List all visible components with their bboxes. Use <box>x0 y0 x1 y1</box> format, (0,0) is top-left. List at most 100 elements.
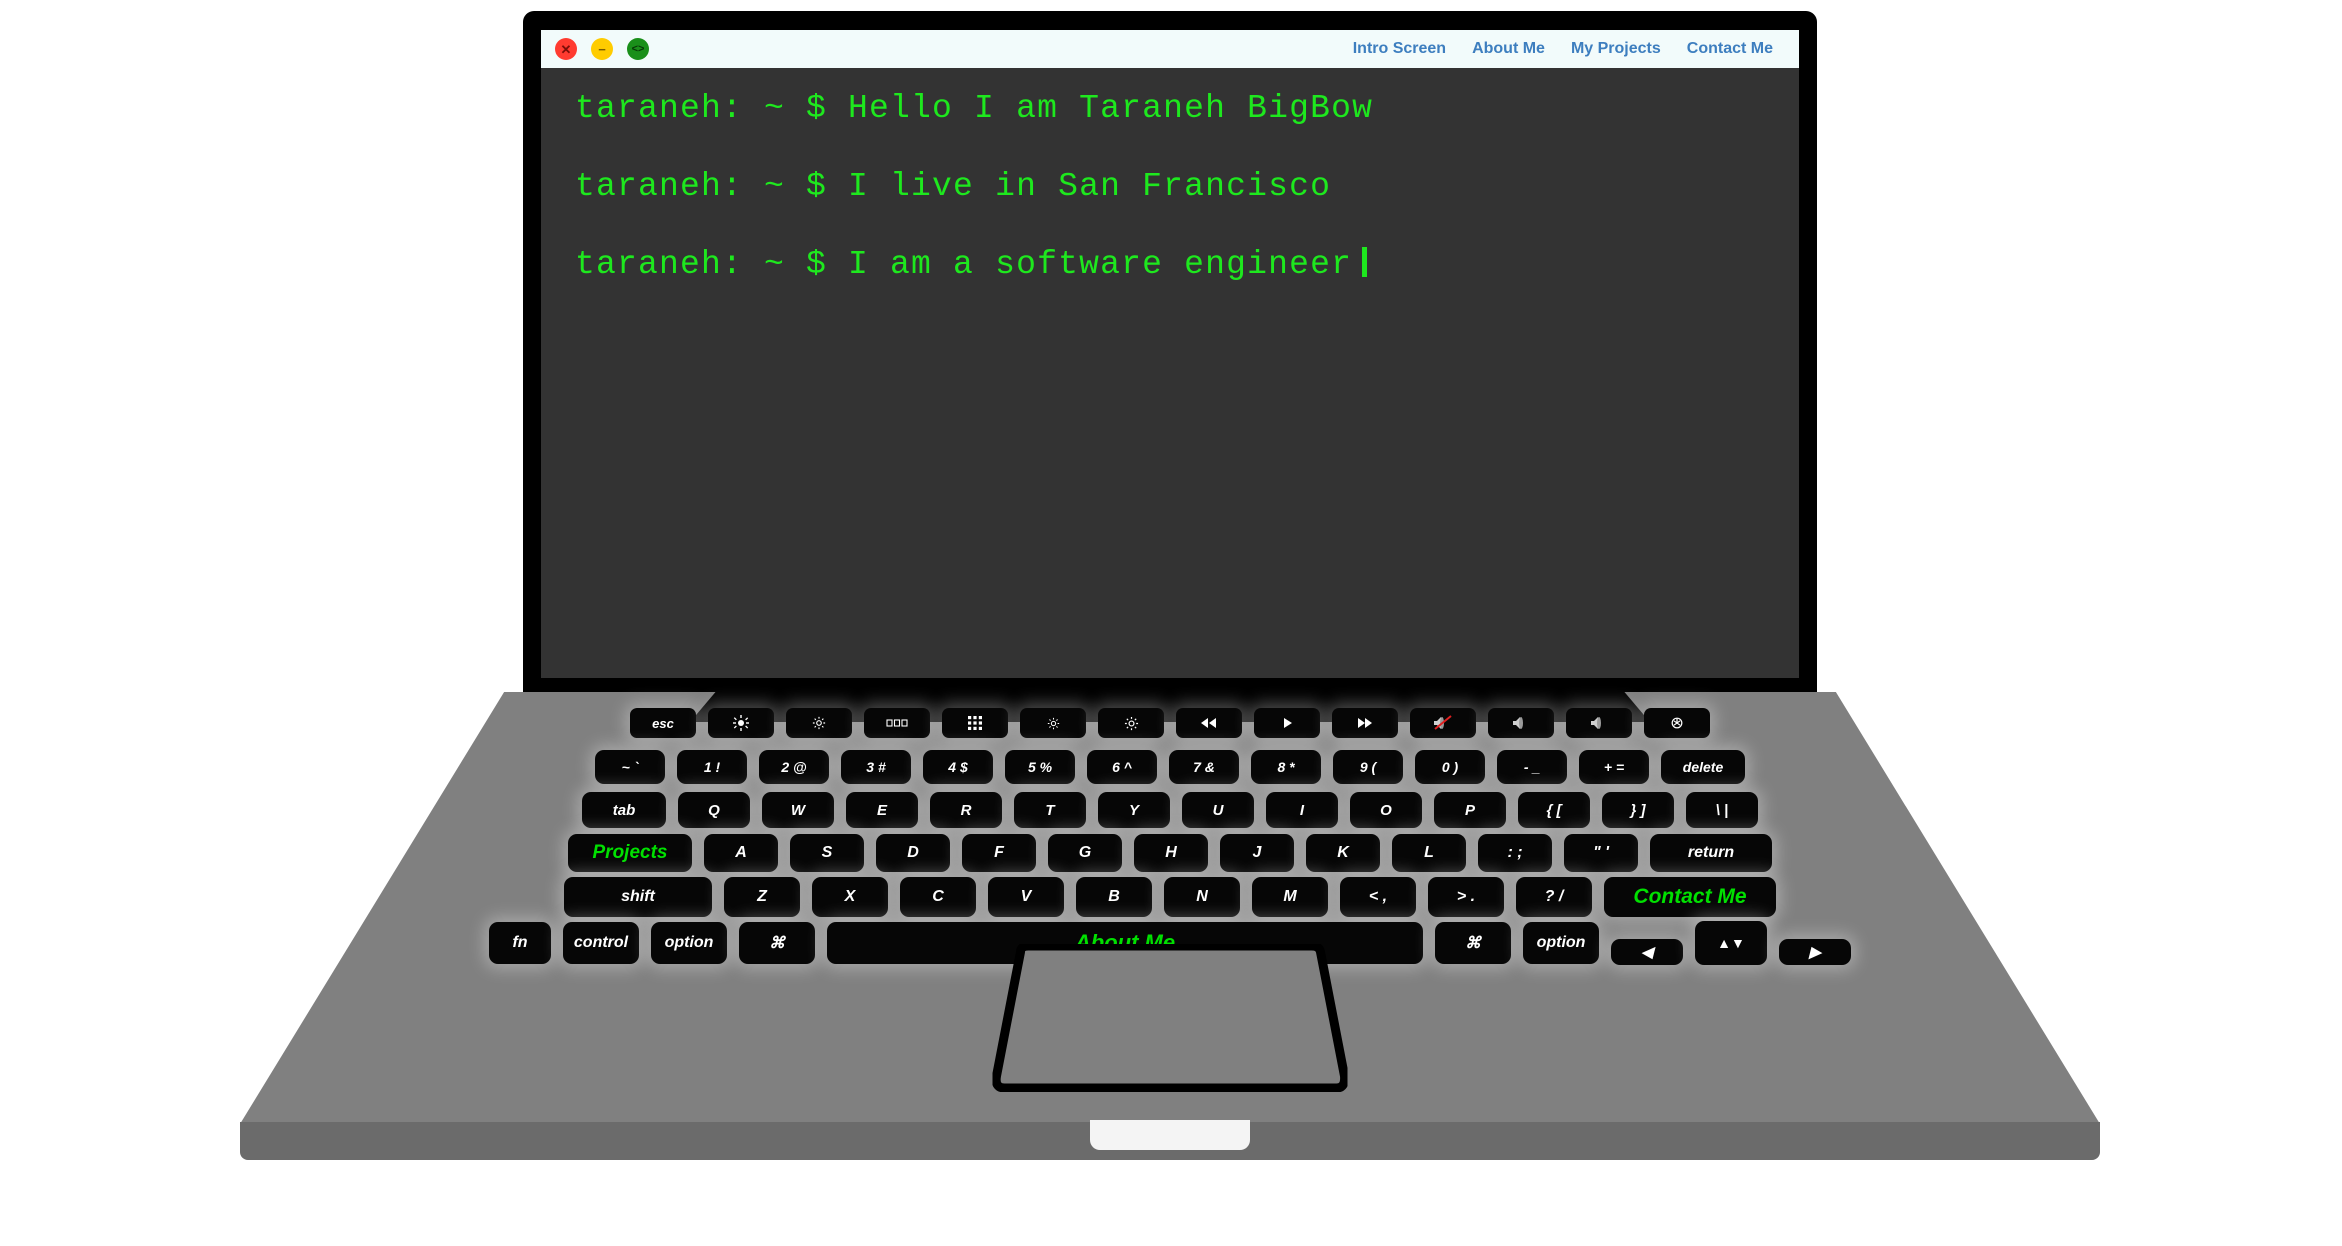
laptop-open-latch <box>1090 1120 1250 1150</box>
key-s[interactable]: S <box>790 834 864 872</box>
nav-link-my-projects[interactable]: My Projects <box>1571 40 1661 58</box>
arrow-up-glyph: ▲ <box>1717 935 1731 951</box>
key-control[interactable]: control <box>563 922 639 964</box>
key-p[interactable]: P <box>1434 792 1506 828</box>
key-j[interactable]: J <box>1220 834 1294 872</box>
key-i[interactable]: I <box>1266 792 1338 828</box>
key-quote[interactable]: " ' <box>1564 834 1638 872</box>
rewind-icon[interactable] <box>1176 708 1242 738</box>
power-icon[interactable] <box>1644 708 1710 738</box>
key-n[interactable]: N <box>1164 877 1240 917</box>
keyboard-row-shift: shift Z X C V B N M < , > . ? / Contact … <box>240 877 2100 917</box>
arrow-up-down-icon[interactable]: ▲ ▼ <box>1695 921 1767 965</box>
key-5[interactable]: 5 % <box>1005 750 1075 784</box>
nav-link-contact-me[interactable]: Contact Me <box>1687 40 1773 58</box>
key-shift[interactable]: shift <box>564 877 712 917</box>
maximize-icon[interactable]: <> <box>627 38 649 60</box>
key-comma[interactable]: < , <box>1340 877 1416 917</box>
key-d[interactable]: D <box>876 834 950 872</box>
mission-control-icon[interactable] <box>864 708 930 738</box>
key-a[interactable]: A <box>704 834 778 872</box>
key-minus[interactable]: - _ <box>1497 750 1567 784</box>
keyboard-row-qwerty: tab Q W E R T Y U I O P { [ } ] \ | <box>240 792 2100 828</box>
key-t[interactable]: T <box>1014 792 1086 828</box>
terminal-cursor <box>1362 247 1368 278</box>
key-semicolon[interactable]: : ; <box>1478 834 1552 872</box>
keyboard-row-home: Projects A S D F G H J K L : ; " ' retur… <box>240 834 2100 872</box>
key-0[interactable]: 0 ) <box>1415 750 1485 784</box>
key-fn[interactable]: fn <box>489 922 551 964</box>
key-c[interactable]: C <box>900 877 976 917</box>
keyboard-row-number: ~ ` 1 ! 2 @ 3 # 4 $ 5 % 6 ^ 7 & 8 * 9 ( … <box>240 750 2100 784</box>
key-option-right[interactable]: option <box>1523 922 1599 964</box>
key-tab[interactable]: tab <box>582 792 666 828</box>
key-backtick[interactable]: ~ ` <box>595 750 665 784</box>
nav-link-about-me[interactable]: About Me <box>1472 40 1545 58</box>
key-9[interactable]: 9 ( <box>1333 750 1403 784</box>
key-delete[interactable]: delete <box>1661 750 1745 784</box>
key-period[interactable]: > . <box>1428 877 1504 917</box>
key-bracket-right[interactable]: } ] <box>1602 792 1674 828</box>
key-o[interactable]: O <box>1350 792 1422 828</box>
laptop-base: esc ~ ` 1 ! 2 @ 3 # 4 $ 5 % 6 ^ 7 & 8 * … <box>240 688 2100 1162</box>
key-option-left[interactable]: option <box>651 922 727 964</box>
trackpad[interactable] <box>991 941 1350 1093</box>
mute-icon[interactable] <box>1410 708 1476 738</box>
volume-up-icon[interactable] <box>1566 708 1632 738</box>
brightness-down-icon[interactable] <box>1020 708 1086 738</box>
key-b[interactable]: B <box>1076 877 1152 917</box>
key-return[interactable]: return <box>1650 834 1772 872</box>
arrow-right-icon[interactable]: ▶ <box>1779 939 1851 965</box>
brightness-up-icon[interactable] <box>708 708 774 738</box>
key-esc[interactable]: esc <box>630 708 696 738</box>
launchpad-icon[interactable] <box>942 708 1008 738</box>
key-projects[interactable]: Projects <box>568 834 692 872</box>
fast-forward-icon[interactable] <box>1332 708 1398 738</box>
key-v[interactable]: V <box>988 877 1064 917</box>
close-icon[interactable]: ✕ <box>555 38 577 60</box>
key-6[interactable]: 6 ^ <box>1087 750 1157 784</box>
terminal-line-2: taraneh: ~ $ I live in San Francisco <box>575 167 1332 205</box>
key-3[interactable]: 3 # <box>841 750 911 784</box>
key-contact-me[interactable]: Contact Me <box>1604 877 1776 917</box>
key-e[interactable]: E <box>846 792 918 828</box>
key-y[interactable]: Y <box>1098 792 1170 828</box>
key-8[interactable]: 8 * <box>1251 750 1321 784</box>
key-command-left[interactable]: ⌘ <box>739 922 815 964</box>
key-command-right[interactable]: ⌘ <box>1435 922 1511 964</box>
trackpad-wrapper <box>991 941 1350 1093</box>
laptop-display: ✕ − <> Intro Screen About Me My Projects… <box>541 30 1799 678</box>
key-backslash[interactable]: \ | <box>1686 792 1758 828</box>
laptop-portfolio-scene: ✕ − <> Intro Screen About Me My Projects… <box>0 0 2342 1246</box>
key-u[interactable]: U <box>1182 792 1254 828</box>
play-pause-icon[interactable] <box>1254 708 1320 738</box>
keyboard-row-function: esc <box>240 708 2100 738</box>
key-z[interactable]: Z <box>724 877 800 917</box>
key-bracket-left[interactable]: { [ <box>1518 792 1590 828</box>
key-h[interactable]: H <box>1134 834 1208 872</box>
key-2[interactable]: 2 @ <box>759 750 829 784</box>
key-x[interactable]: X <box>812 877 888 917</box>
key-k[interactable]: K <box>1306 834 1380 872</box>
key-l[interactable]: L <box>1392 834 1466 872</box>
minimize-icon[interactable]: − <box>591 38 613 60</box>
brightness-up-2-icon[interactable] <box>1098 708 1164 738</box>
key-f[interactable]: F <box>962 834 1036 872</box>
key-m[interactable]: M <box>1252 877 1328 917</box>
key-7[interactable]: 7 & <box>1169 750 1239 784</box>
laptop-screen-bezel: ✕ − <> Intro Screen About Me My Projects… <box>524 12 1816 692</box>
key-r[interactable]: R <box>930 792 1002 828</box>
arrow-left-icon[interactable]: ◀ <box>1611 939 1683 965</box>
key-q[interactable]: Q <box>678 792 750 828</box>
nav-link-intro-screen[interactable]: Intro Screen <box>1353 40 1446 58</box>
key-equals[interactable]: + = <box>1579 750 1649 784</box>
key-slash[interactable]: ? / <box>1516 877 1592 917</box>
key-w[interactable]: W <box>762 792 834 828</box>
terminal-body: taraneh: ~ $ Hello I am Taraneh BigBow t… <box>541 68 1799 678</box>
terminal-line-3-wrap: taraneh: ~ $ I am a software engineer <box>575 247 1799 283</box>
key-g[interactable]: G <box>1048 834 1122 872</box>
keyboard-brightness-icon[interactable] <box>786 708 852 738</box>
key-4[interactable]: 4 $ <box>923 750 993 784</box>
key-1[interactable]: 1 ! <box>677 750 747 784</box>
volume-down-icon[interactable] <box>1488 708 1554 738</box>
